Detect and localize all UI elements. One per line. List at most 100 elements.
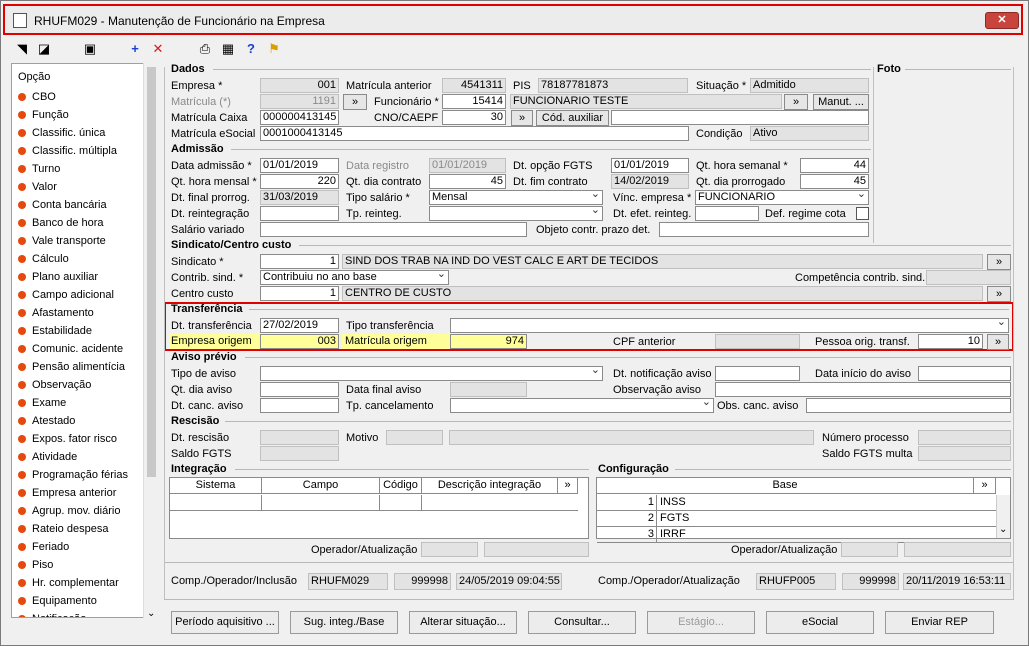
- vinc-empresa-select[interactable]: FUNCIONARIO: [695, 190, 869, 205]
- def-regime-checkbox[interactable]: [856, 207, 869, 220]
- sidebar-item[interactable]: Programação férias: [18, 466, 128, 484]
- mat-caixa-field[interactable]: 000000413145: [260, 110, 339, 125]
- tp-cancelamento-select[interactable]: [450, 398, 714, 413]
- delete-icon[interactable]: ✕: [150, 41, 166, 57]
- table-row[interactable]: 1 INSS: [597, 495, 996, 511]
- sidebar-item[interactable]: Pensão alimentícia: [18, 358, 125, 376]
- saldo-fgts-field[interactable]: [260, 446, 339, 461]
- sidebar-item[interactable]: Notificação: [18, 610, 86, 617]
- cod-auxiliar-button[interactable]: Cód. auxiliar: [536, 110, 609, 126]
- col-descricao[interactable]: Descrição integração: [422, 478, 558, 494]
- estagio-button[interactable]: Estágio...: [647, 611, 755, 634]
- obs-aviso-field[interactable]: [715, 382, 1011, 397]
- centro-custo-number-field[interactable]: 1: [260, 286, 339, 301]
- pessoa-orig-lookup-button[interactable]: »: [987, 334, 1009, 350]
- tipo-salario-select[interactable]: Mensal: [429, 190, 603, 205]
- inclusao-operador-field[interactable]: 999998: [394, 573, 451, 590]
- dt-fgts-field[interactable]: 01/01/2019: [611, 158, 689, 173]
- contrib-sind-select[interactable]: Contribuiu no ano base: [260, 270, 449, 285]
- sidebar-item[interactable]: CBO: [18, 88, 56, 106]
- sidebar-item[interactable]: Conta bancária: [18, 196, 107, 214]
- sidebar-item[interactable]: Banco de hora: [18, 214, 104, 232]
- empresa-origem-field[interactable]: 003: [260, 334, 339, 349]
- matricula-origem-field[interactable]: 974: [450, 334, 527, 349]
- table-row[interactable]: 3 IRRF: [597, 527, 996, 543]
- tipo-aviso-select[interactable]: [260, 366, 603, 381]
- first-icon[interactable]: ◥: [14, 41, 30, 57]
- atualizacao-operador-field[interactable]: 999998: [842, 573, 899, 590]
- help-icon[interactable]: ?: [243, 41, 259, 57]
- objeto-contr-field[interactable]: [659, 222, 869, 237]
- dt-efet-reinteg-field[interactable]: [695, 206, 759, 221]
- integracao-operador-field[interactable]: [421, 542, 478, 557]
- inclusao-data-field[interactable]: 24/05/2019 09:04:55: [456, 573, 562, 590]
- qt-dia-aviso-field[interactable]: [260, 382, 339, 397]
- integracao-data-field[interactable]: [484, 542, 589, 557]
- sidebar-item[interactable]: Comunic. acidente: [18, 340, 123, 358]
- sidebar-item[interactable]: Classific. múltipla: [18, 142, 117, 160]
- sidebar-item[interactable]: Afastamento: [18, 304, 94, 322]
- atualizacao-data-field[interactable]: 20/11/2019 16:53:11: [903, 573, 1011, 590]
- sidebar-item[interactable]: Equipamento: [18, 592, 97, 610]
- sidebar-item[interactable]: Estabilidade: [18, 322, 92, 340]
- configuracao-grid[interactable]: Base » 1 INSS 2 FGTS 3 IRRF ⌄: [596, 477, 1011, 543]
- dt-final-prorrog-field[interactable]: 31/03/2019: [260, 190, 339, 205]
- periodo-aquisitivo-button[interactable]: Período aquisitivo ...: [171, 611, 279, 634]
- sidebar-item[interactable]: Expos. fator risco: [18, 430, 117, 448]
- enviar-rep-button[interactable]: Enviar REP: [885, 611, 994, 634]
- dt-transferencia-field[interactable]: 27/02/2019: [260, 318, 339, 333]
- qt-prorrogado-field[interactable]: 45: [800, 174, 869, 189]
- pessoa-orig-field[interactable]: 10: [918, 334, 983, 349]
- integracao-expand-button[interactable]: »: [558, 478, 578, 494]
- sidebar-item[interactable]: Feriado: [18, 538, 69, 556]
- dt-notificacao-field[interactable]: [715, 366, 800, 381]
- funcionario-number-field[interactable]: 15414: [442, 94, 506, 109]
- exit-icon[interactable]: ⚑: [266, 41, 282, 57]
- sidebar-item[interactable]: Atividade: [18, 448, 77, 466]
- calc-icon[interactable]: ▦: [220, 41, 236, 57]
- col-base[interactable]: Base: [597, 478, 974, 494]
- configuracao-scrollbar[interactable]: ⌄: [996, 495, 1010, 538]
- consultar-button[interactable]: Consultar...: [528, 611, 636, 634]
- tipo-transferencia-select[interactable]: [450, 318, 1009, 333]
- table-row[interactable]: [170, 495, 578, 511]
- dt-inicio-aviso-field[interactable]: [918, 366, 1011, 381]
- saldo-fgts-multa-field[interactable]: [918, 446, 1011, 461]
- qt-mensal-field[interactable]: 220: [260, 174, 339, 189]
- cno-field[interactable]: 30: [442, 110, 506, 125]
- col-sistema[interactable]: Sistema: [170, 478, 262, 494]
- matricula-lookup-button[interactable]: »: [343, 94, 367, 110]
- sidebar-item[interactable]: Exame: [18, 394, 66, 412]
- sidebar-item[interactable]: Plano auxiliar: [18, 268, 98, 286]
- salario-variado-field[interactable]: [260, 222, 527, 237]
- obs-canc-field[interactable]: [806, 398, 1011, 413]
- sidebar-item[interactable]: Campo adicional: [18, 286, 114, 304]
- mat-anterior-field[interactable]: 4541311: [442, 78, 506, 93]
- configuracao-operador-field[interactable]: [841, 542, 898, 557]
- cod-auxiliar-field[interactable]: [611, 110, 869, 125]
- sidebar-item[interactable]: Turno: [18, 160, 60, 178]
- pis-field[interactable]: 78187781873: [538, 78, 688, 93]
- centro-custo-name-field[interactable]: CENTRO DE CUSTO: [342, 286, 983, 301]
- sindicato-number-field[interactable]: 1: [260, 254, 339, 269]
- inclusao-comp-field[interactable]: RHUFM029: [308, 573, 388, 590]
- sindicato-lookup-button[interactable]: »: [987, 254, 1011, 270]
- sidebar-item[interactable]: Hr. complementar: [18, 574, 119, 592]
- add-icon[interactable]: +: [127, 41, 143, 57]
- sidebar-item[interactable]: Empresa anterior: [18, 484, 116, 502]
- dt-rescisao-field[interactable]: [260, 430, 339, 445]
- configuracao-data-field[interactable]: [904, 542, 1011, 557]
- col-codigo[interactable]: Código: [380, 478, 422, 494]
- close-button[interactable]: ✕: [985, 12, 1019, 29]
- integracao-grid[interactable]: Sistema Campo Código Descrição integraçã…: [169, 477, 589, 539]
- sidebar-item[interactable]: Valor: [18, 178, 57, 196]
- dt-reintegracao-field[interactable]: [260, 206, 339, 221]
- empresa-field[interactable]: 001: [260, 78, 339, 93]
- save-icon[interactable]: ▣: [82, 41, 98, 57]
- alterar-situacao-button[interactable]: Alterar situação...: [409, 611, 517, 634]
- qt-dia-contrato-field[interactable]: 45: [429, 174, 506, 189]
- sidebar-item[interactable]: Piso: [18, 556, 53, 574]
- sidebar-item[interactable]: Rateio despesa: [18, 520, 108, 538]
- funcionario-name-field[interactable]: FUNCIONARIO TESTE: [510, 94, 782, 109]
- esocial-button[interactable]: eSocial: [766, 611, 874, 634]
